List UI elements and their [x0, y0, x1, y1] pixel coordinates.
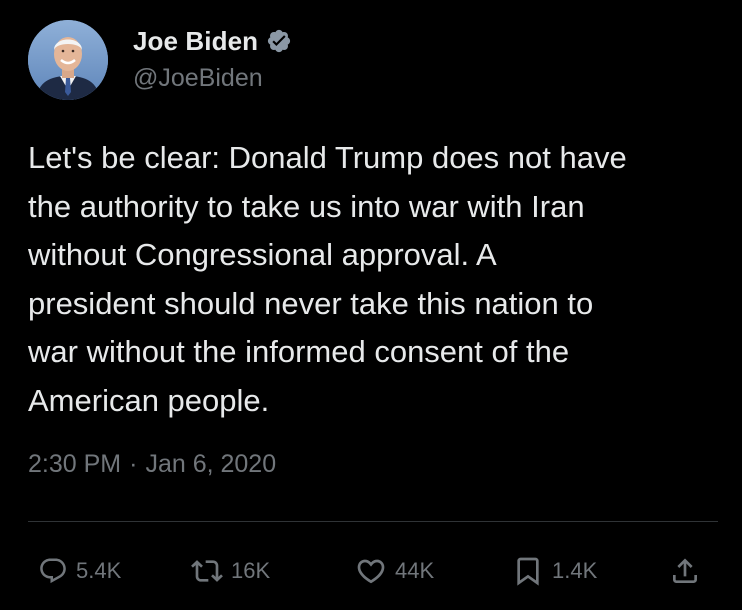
like-count: 44K	[395, 558, 435, 583]
timestamp-separator: ·	[129, 450, 138, 478]
retweet-button[interactable]: 16K	[191, 545, 270, 597]
like-button[interactable]: 44K	[355, 545, 434, 597]
reply-icon	[40, 558, 66, 584]
reply-button[interactable]: 5.4K	[38, 545, 121, 597]
bookmark-button[interactable]: 1.4K	[512, 545, 597, 597]
tweet-date: Jan 6, 2020	[145, 450, 277, 478]
author-display-name[interactable]: Joe Biden	[133, 26, 258, 57]
verified-badge-icon[interactable]	[266, 28, 292, 54]
tweet-text: Let's be clear: Donald Trump does not ha…	[28, 140, 627, 418]
tweet-card: Joe Biden @JoeBiden Let's be clear: Dona…	[0, 0, 742, 610]
avatar[interactable]	[28, 20, 108, 100]
share-button[interactable]	[669, 545, 701, 597]
author-handle[interactable]: @JoeBiden	[133, 64, 263, 93]
tweet-time: 2:30 PM	[28, 450, 122, 478]
author-name-row: Joe Biden	[133, 24, 292, 58]
heart-icon	[357, 559, 385, 584]
bookmark-icon	[517, 557, 539, 586]
reply-count: 5.4K	[76, 558, 122, 583]
share-icon	[673, 558, 697, 583]
retweet-icon	[191, 560, 223, 582]
action-bar: 5.4K 16K 44K 1.4K	[0, 545, 742, 597]
tweet-timestamp[interactable]: 2:30 PM · Jan 6, 2020	[28, 450, 276, 479]
retweet-count: 16K	[231, 558, 271, 583]
divider	[28, 521, 718, 522]
bookmark-count: 1.4K	[552, 558, 598, 583]
profile-photo-icon	[28, 20, 108, 100]
